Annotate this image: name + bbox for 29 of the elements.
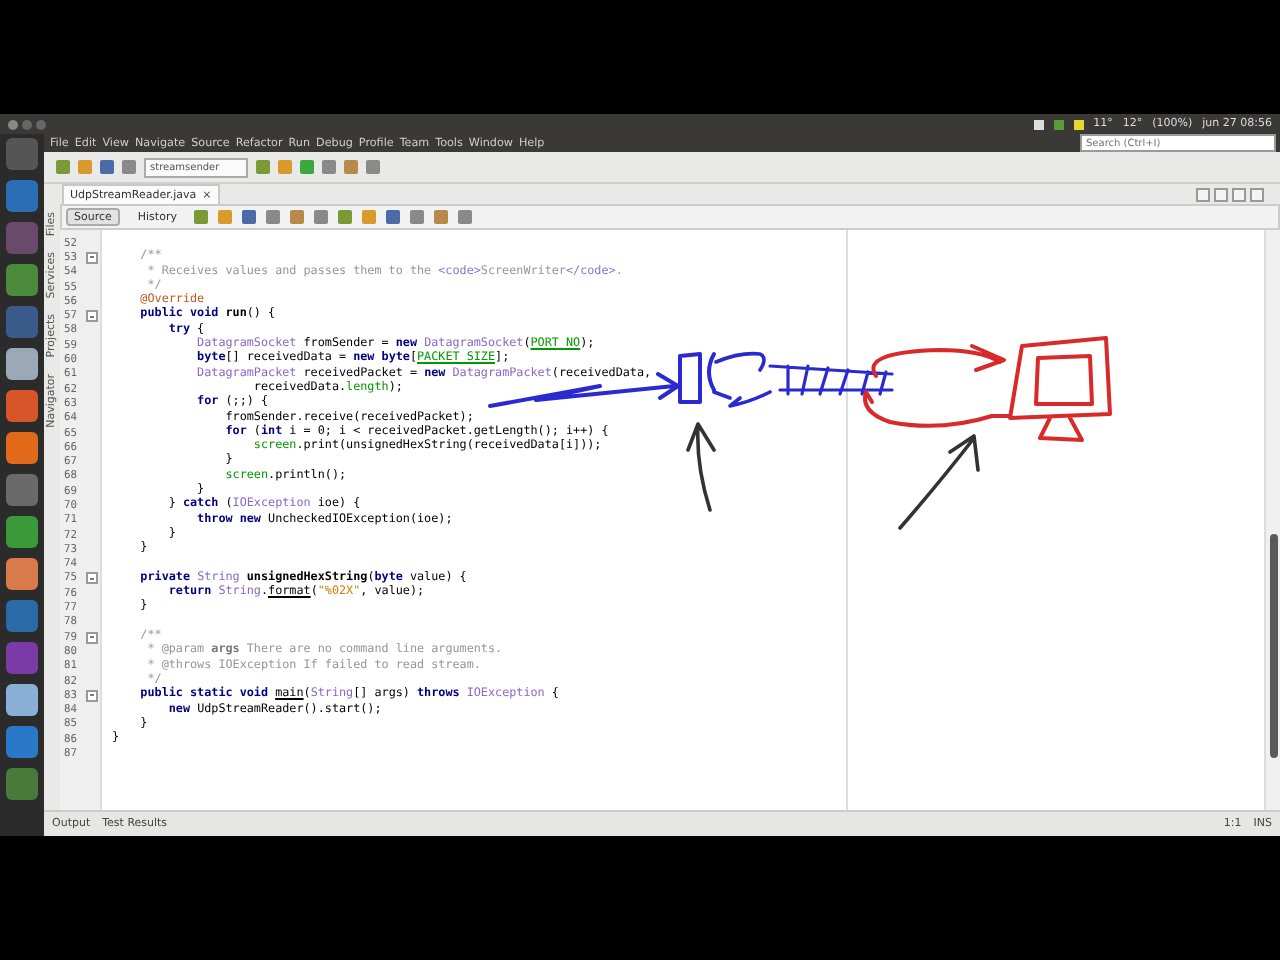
fold-icon[interactable] bbox=[86, 572, 98, 585]
fold-icon[interactable] bbox=[86, 251, 98, 264]
maximize-window-icon[interactable] bbox=[36, 119, 46, 129]
app-icon[interactable] bbox=[6, 516, 38, 548]
fold-icon[interactable] bbox=[86, 689, 98, 702]
loop-arrow-drawing bbox=[863, 344, 1006, 428]
exchange-arrows-drawing bbox=[712, 351, 772, 408]
app-icon[interactable] bbox=[6, 348, 38, 380]
app-icon[interactable] bbox=[6, 474, 38, 506]
monitor-sketch-drawing bbox=[990, 336, 1112, 442]
app-icon[interactable] bbox=[6, 726, 38, 758]
queue-sketch-drawing bbox=[768, 364, 894, 396]
app-icon[interactable] bbox=[6, 432, 38, 464]
socket-sketch-drawing bbox=[678, 352, 716, 404]
fold-icon[interactable] bbox=[86, 631, 98, 644]
app-icon[interactable] bbox=[6, 264, 38, 296]
app-icon[interactable] bbox=[6, 768, 38, 800]
app-icon[interactable] bbox=[6, 180, 38, 212]
app-icon[interactable] bbox=[6, 600, 38, 632]
scrollbar-thumb[interactable] bbox=[1269, 534, 1277, 758]
minimize-window-icon[interactable] bbox=[22, 119, 32, 129]
pointer-arrow-drawing bbox=[686, 422, 716, 512]
scrollbar[interactable] bbox=[1264, 230, 1280, 810]
fold-icon[interactable] bbox=[86, 310, 98, 323]
app-icon[interactable] bbox=[6, 558, 38, 590]
app-icon[interactable] bbox=[6, 390, 38, 422]
app-icon[interactable] bbox=[6, 684, 38, 716]
pointer-arrow-drawing bbox=[898, 434, 980, 530]
close-window-icon[interactable] bbox=[8, 119, 18, 129]
